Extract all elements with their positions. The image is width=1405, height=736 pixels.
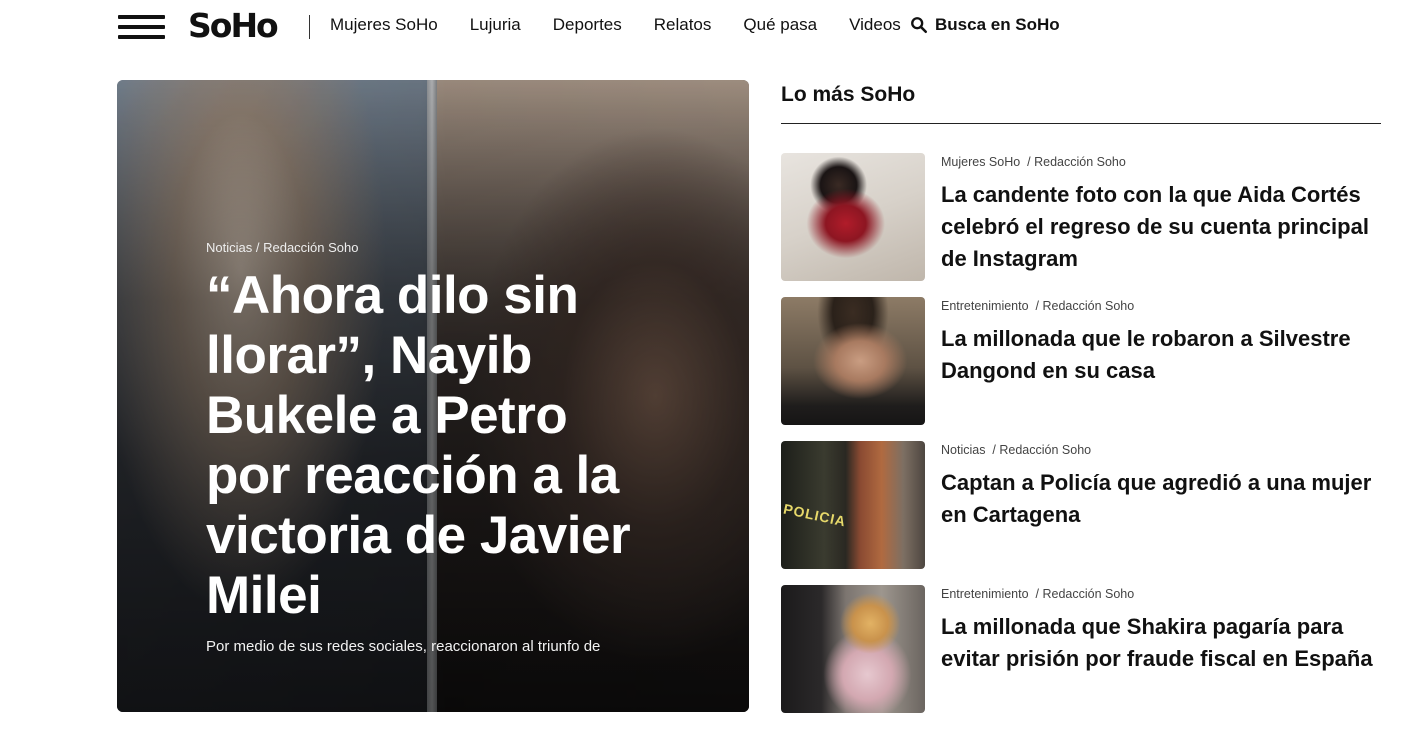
nav-item-videos[interactable]: Videos (849, 15, 901, 35)
hero-article[interactable]: Noticias / Redacción Soho “Ahora dilo si… (117, 80, 749, 712)
hero-meta: Noticias / Redacción Soho (206, 240, 359, 255)
article-meta: Mujeres SoHo / Redacción Soho (941, 155, 1126, 169)
nav-item-relatos[interactable]: Relatos (654, 15, 712, 35)
list-item[interactable]: Entretenimiento / Redacción Soho La mill… (781, 297, 1381, 425)
article-author: Redacción Soho (1042, 587, 1135, 601)
list-item[interactable]: Entretenimiento / Redacción Soho La mill… (781, 585, 1381, 713)
main-nav: Mujeres SoHo Lujuria Deportes Relatos Qu… (330, 15, 933, 35)
list-item[interactable]: POLICIA Noticias / Redacción Soho Captan… (781, 441, 1381, 569)
site-logo[interactable]: SoHo (188, 6, 279, 45)
article-category[interactable]: Entretenimiento (941, 587, 1029, 601)
hero-category[interactable]: Noticias (206, 240, 252, 255)
nav-item-que-pasa[interactable]: Qué pasa (743, 15, 817, 35)
article-category[interactable]: Entretenimiento (941, 299, 1029, 313)
article-title[interactable]: La millonada que le robaron a Silvestre … (941, 323, 1381, 387)
article-author: Redacción Soho (1034, 155, 1126, 169)
article-meta: Entretenimiento / Redacción Soho (941, 299, 1135, 313)
sidebar-divider (781, 123, 1381, 124)
hero-summary: Por medio de sus redes sociales, reaccio… (206, 638, 601, 655)
article-category[interactable]: Noticias (941, 443, 985, 457)
hero-author: Redacción Soho (263, 240, 359, 255)
article-thumbnail[interactable] (781, 585, 925, 713)
nav-item-lujuria[interactable]: Lujuria (470, 15, 521, 35)
article-thumbnail[interactable]: POLICIA (781, 441, 925, 569)
header-divider (309, 15, 310, 39)
sidebar-title: Lo más SoHo (781, 83, 916, 106)
article-thumbnail[interactable] (781, 153, 925, 281)
site-header: SoHo Mujeres SoHo Lujuria Deportes Relat… (0, 0, 1405, 54)
article-title[interactable]: La millonada que Shakira pagaría para ev… (941, 611, 1381, 675)
article-author: Redacción Soho (1042, 299, 1135, 313)
nav-item-deportes[interactable]: Deportes (553, 15, 622, 35)
article-meta: Noticias / Redacción Soho (941, 443, 1092, 457)
thumbnail-text: POLICIA (782, 500, 848, 530)
article-meta: Entretenimiento / Redacción Soho (941, 587, 1135, 601)
hero-title[interactable]: “Ahora dilo sin llorar”, Nayib Bukele a … (206, 266, 646, 626)
menu-icon[interactable] (118, 14, 165, 40)
search-button[interactable]: Busca en SoHo (910, 15, 1060, 35)
nav-item-mujeres-soho[interactable]: Mujeres SoHo (330, 15, 438, 35)
search-icon (911, 17, 928, 34)
article-author: Redacción Soho (999, 443, 1092, 457)
list-item[interactable]: Mujeres SoHo / Redacción Soho La candent… (781, 153, 1381, 281)
search-label: Busca en SoHo (935, 15, 1060, 34)
article-title[interactable]: La candente foto con la que Aida Cortés … (941, 179, 1381, 275)
article-category[interactable]: Mujeres SoHo (941, 155, 1020, 169)
article-title[interactable]: Captan a Policía que agredió a una mujer… (941, 467, 1381, 531)
article-thumbnail[interactable] (781, 297, 925, 425)
